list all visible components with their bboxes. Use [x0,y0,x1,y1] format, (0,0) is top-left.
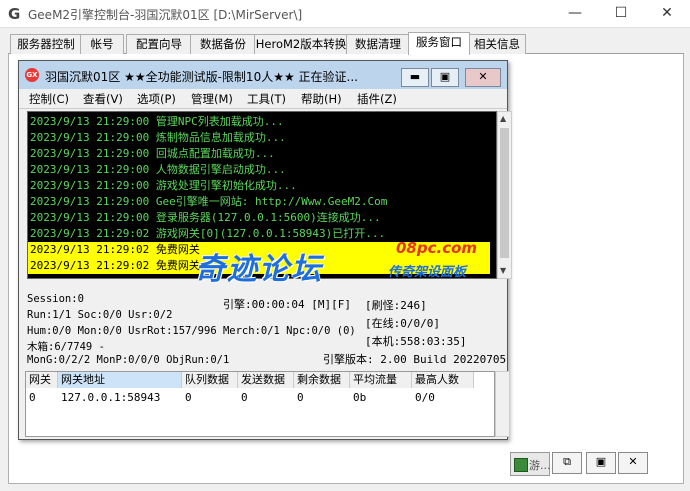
minimized-window-label: 游... [529,459,551,472]
status-mong: MonG:0/2/2 MonP:0/0/0 ObjRun:0/1 [27,354,230,366]
menu-view[interactable]: 查看(V) [83,91,123,107]
status-online: [在线:0/0/0] [365,317,440,330]
app-title-bar: G GeeM2引擎控制台-羽国沉默01区 [D:\MirServer\] — ☐… [0,0,690,28]
scroll-up-icon[interactable]: ▲ [500,114,506,123]
status-hum: Hum:0/0 Mon:0/0 UsrRot:157/996 Merch:0/1… [27,325,356,337]
m2-window-title-bar: GX 羽国沉默01区 ★★全功能测试版-限制10人★★ 正在验证... ▬ ▣ … [19,61,507,89]
log-line: 2023/9/13 21:29:00 登录服务器(127.0.0.1:5600)… [30,211,381,224]
status-refresh: [刷怪:246] [365,299,427,312]
cell-sent: 0 [241,391,248,404]
restore-button[interactable]: ⧉ [552,452,582,474]
watermark-logo: 奇迹论坛 [195,252,323,287]
watermark-subtitle: 传奇架设面板 [388,265,467,280]
m2-maximize-button[interactable]: ▣ [431,68,459,87]
col-header-queue[interactable]: 队列数据 [182,372,238,388]
col-header-remaining[interactable]: 剩余数据 [294,372,350,388]
minimize-button[interactable]: — [552,0,598,28]
m2-minimize-button[interactable]: ▬ [401,68,429,87]
tab-server-control[interactable]: 服务器控制 [10,34,82,54]
maximize-button[interactable]: ☐ [598,0,644,28]
log-line: 2023/9/13 21:29:00 管理NPC列表加载成功... [30,115,284,128]
col-header-sent[interactable]: 发送数据 [238,372,294,388]
cell-max-users: 0/0 [415,391,435,404]
m2-close-button[interactable]: ✕ [465,68,501,87]
col-header-max-users[interactable]: 最高人数 [412,372,474,388]
status-local: [本机:558:03:35] [365,335,467,348]
maximize-small-button[interactable]: ▣ [586,452,616,474]
app-logo-icon: G [8,5,21,23]
log-line: 2023/9/13 21:29:00 人物数据引擎启动成功... [30,163,286,176]
tab-related-info[interactable]: 相关信息 [468,34,526,54]
menu-plugins[interactable]: 插件(Z) [357,91,397,107]
menu-control[interactable]: 控制(C) [29,91,69,107]
menu-tools[interactable]: 工具(T) [247,91,286,107]
table-scrollbar[interactable] [495,371,510,437]
scroll-down-icon[interactable]: ▼ [500,266,506,275]
status-run: Run:1/1 Soc:0/0 Usr:0/2 [27,309,173,321]
gateway-table[interactable]: 网关 网关地址 队列数据 发送数据 剩余数据 平均流量 最高人数 0 127.0… [25,371,495,437]
tab-service-window[interactable]: 服务窗口 [408,32,470,55]
watermark-url: 08pc.com [396,239,478,257]
engine-version: 引擎版本: 2.00 Build 20220705 [323,353,507,366]
tab-data-backup[interactable]: 数据备份 [190,34,256,54]
minimized-window-icon [514,458,528,472]
tab-account[interactable]: 帐号 [80,34,124,54]
scroll-thumb[interactable] [500,128,509,258]
menu-help[interactable]: 帮助(H) [301,91,342,107]
cell-remaining: 0 [297,391,304,404]
menu-options[interactable]: 选项(P) [137,91,176,107]
log-scrollbar[interactable]: ▲ ▼ [497,111,512,279]
log-line: 2023/9/13 21:29:00 炼制物品信息加载成功... [30,131,286,144]
col-header-gate[interactable]: 网关 [26,372,58,388]
cell-avg-traffic: 0b [353,391,367,404]
minimized-window-button[interactable]: 游... [510,452,551,476]
status-session: Session:0 [27,293,84,305]
status-box: 木箱:6/7749 - [27,341,105,353]
tab-herom2-convert[interactable]: HeroM2版本转换 [254,34,348,54]
cell-queue: 0 [185,391,192,404]
tab-data-cleanup[interactable]: 数据清理 [346,34,410,54]
app-title: GeeM2引擎控制台-羽国沉默01区 [D:\MirServer\] [28,8,303,22]
main-tab-bar: 服务器控制 帐号 配置向导 数据备份 HeroM2版本转换 数据清理 服务窗口 … [8,32,684,55]
m2-window-title: 羽国沉默01区 ★★全功能测试版-限制10人★★ 正在验证... [45,70,358,84]
log-line: 2023/9/13 21:29:00 回城点配置加载成功... [30,147,275,160]
log-line: 2023/9/13 21:29:00 游戏处理引擎初始化成功... [30,179,297,192]
status-engine-uptime: 引擎:00:00:04 [M][F] [223,298,351,311]
close-small-button[interactable]: ✕ [618,452,648,474]
col-header-avg-traffic[interactable]: 平均流量 [350,372,412,388]
close-button[interactable]: ✕ [644,0,690,28]
log-line: 2023/9/13 21:29:00 Gee引擎唯一网站: http://Www… [30,195,388,208]
tab-config-wizard[interactable]: 配置向导 [126,34,192,54]
cell-gate-address: 127.0.0.1:58943 [61,391,161,404]
menu-manage[interactable]: 管理(M) [191,91,233,107]
m2-menu-bar: 控制(C) 查看(V) 选项(P) 管理(M) 工具(T) 帮助(H) 插件(Z… [19,89,507,109]
col-header-gate-address[interactable]: 网关地址 [58,372,182,388]
cell-gate: 0 [29,391,36,404]
m2-app-icon: GX [25,68,39,82]
